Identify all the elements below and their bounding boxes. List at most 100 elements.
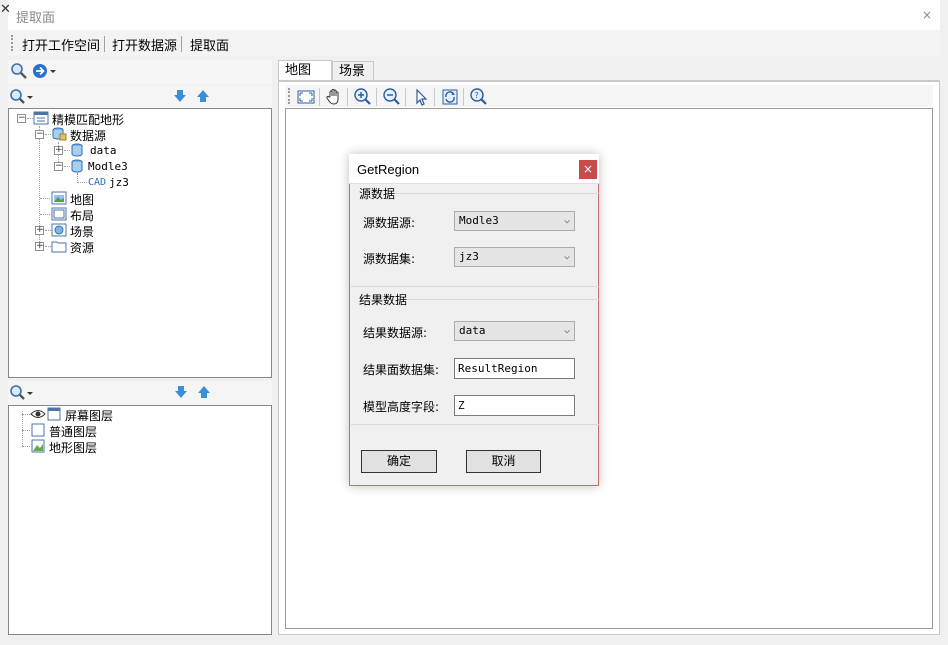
visibility-eye-icon[interactable] xyxy=(30,407,46,424)
menu-extract-region[interactable]: 提取面 xyxy=(190,35,229,54)
svg-text:?: ? xyxy=(475,91,479,100)
tree-scenes-label[interactable]: 场景 xyxy=(70,223,94,240)
tree-layouts-label[interactable]: 布局 xyxy=(70,207,94,224)
tree-maps-label[interactable]: 地图 xyxy=(70,191,94,208)
layer-search-icon[interactable] xyxy=(9,384,35,405)
result-group-label: 结果数据 xyxy=(359,293,408,307)
full-extent-icon[interactable] xyxy=(296,87,316,107)
tree-guide xyxy=(22,411,23,446)
dataset-jz3[interactable]: jz3 xyxy=(109,176,129,189)
move-down-icon[interactable] xyxy=(172,89,188,106)
result-datasource-value: data xyxy=(459,324,486,337)
collapse-toggle[interactable]: − xyxy=(35,130,44,139)
cancel-button[interactable]: 取消 xyxy=(466,450,541,473)
toolbar-separator xyxy=(463,88,464,106)
tree-guide xyxy=(40,198,50,199)
database-icon xyxy=(70,159,84,176)
pan-icon[interactable] xyxy=(324,87,344,107)
height-field-input[interactable]: Z xyxy=(454,395,575,416)
group-divider xyxy=(407,299,599,300)
source-dataset-value: jz3 xyxy=(459,250,479,263)
ok-button[interactable]: 确定 xyxy=(361,450,437,473)
toolbar-separator xyxy=(319,88,320,106)
toolbar-separator xyxy=(405,88,406,106)
expand-toggle[interactable]: + xyxy=(35,226,44,235)
source-datasource-value: Modle3 xyxy=(459,214,499,227)
height-field-label: 模型高度字段: xyxy=(363,400,440,414)
resources-folder-icon xyxy=(51,239,67,256)
tree-search-icon[interactable] xyxy=(9,88,35,109)
datasource-modle3[interactable]: Modle3 xyxy=(88,160,128,173)
window-close-button[interactable]: × xyxy=(918,6,936,24)
datasource-data[interactable]: data xyxy=(90,144,117,157)
tab-scene[interactable]: 场景 xyxy=(332,61,374,80)
source-dataset-label: 源数据集: xyxy=(363,252,416,266)
terrain-layer-icon xyxy=(31,439,45,456)
menu-open-workspace[interactable]: 打开工作空间 xyxy=(22,35,100,54)
tab-map[interactable]: 地图 xyxy=(278,60,332,80)
refresh-icon[interactable] xyxy=(440,87,460,107)
tree-guide xyxy=(40,214,50,215)
layer-normal[interactable]: 普通图层 xyxy=(49,423,97,440)
tree-root-label[interactable]: 精模匹配地形 xyxy=(52,111,124,128)
zoom-out-icon[interactable] xyxy=(382,87,402,107)
tree-guide xyxy=(22,446,30,447)
result-datasource-label: 结果数据源: xyxy=(363,326,428,340)
title-bar xyxy=(8,0,940,30)
background-close-icon[interactable]: ✕ xyxy=(0,2,11,17)
group-divider xyxy=(395,193,599,194)
tree-guide xyxy=(22,430,30,431)
window-title: 提取面 xyxy=(16,11,56,26)
source-group-label: 源数据 xyxy=(359,187,396,201)
tree-resources-label[interactable]: 资源 xyxy=(70,239,94,256)
tree-toolbar xyxy=(8,86,272,108)
source-dataset-combo[interactable]: jz3 ⌵ xyxy=(454,247,575,267)
screen-layer-icon xyxy=(47,407,61,424)
map-toolbar-grip[interactable] xyxy=(288,88,290,104)
toolbar-grip[interactable] xyxy=(11,35,13,51)
dialog-title: GetRegion xyxy=(357,162,420,177)
layer-tree xyxy=(8,405,272,635)
collapse-toggle[interactable]: − xyxy=(54,162,63,171)
dialog-close-button[interactable]: × xyxy=(579,160,597,179)
tree-datasources-label[interactable]: 数据源 xyxy=(70,127,106,144)
menu-separator xyxy=(181,36,182,52)
expand-toggle[interactable]: + xyxy=(54,146,63,155)
layer-move-down-icon[interactable] xyxy=(173,385,189,402)
layout-icon xyxy=(51,207,67,224)
layer-screen[interactable]: 屏幕图层 xyxy=(65,407,113,424)
chevron-down-icon: ⌵ xyxy=(563,215,570,226)
source-datasource-label: 源数据源: xyxy=(363,216,416,230)
navigate-forward-icon[interactable] xyxy=(32,62,58,83)
workspace-icon xyxy=(33,111,49,128)
getregion-dialog xyxy=(349,154,599,486)
layer-terrain[interactable]: 地形图层 xyxy=(49,439,97,456)
group-divider xyxy=(351,286,599,287)
menu-separator xyxy=(104,36,105,52)
search-icon[interactable] xyxy=(10,62,28,83)
select-icon[interactable] xyxy=(411,87,431,107)
cad-dataset-icon: CAD xyxy=(88,177,107,188)
tree-guide xyxy=(22,414,30,415)
source-datasource-combo[interactable]: Modle3 ⌵ xyxy=(454,211,575,231)
move-up-icon[interactable] xyxy=(195,89,211,106)
result-dataset-label: 结果面数据集: xyxy=(363,363,440,377)
chevron-down-icon: ⌵ xyxy=(563,325,570,336)
datasource-folder-icon xyxy=(51,127,67,144)
result-datasource-combo[interactable]: data ⌵ xyxy=(454,321,575,341)
normal-layer-icon xyxy=(31,423,45,440)
layer-move-up-icon[interactable] xyxy=(196,385,212,402)
zoom-in-icon[interactable] xyxy=(353,87,373,107)
query-icon[interactable]: ? xyxy=(469,87,489,107)
toolbar-separator xyxy=(434,88,435,106)
collapse-toggle[interactable]: − xyxy=(17,114,26,123)
tree-guide xyxy=(77,182,87,183)
toolbar-separator xyxy=(376,88,377,106)
chevron-down-icon: ⌵ xyxy=(563,251,570,262)
toolbar-separator xyxy=(347,88,348,106)
expand-toggle[interactable]: + xyxy=(35,242,44,251)
layers-toolbar xyxy=(8,381,272,405)
group-divider xyxy=(351,424,599,425)
result-dataset-input[interactable]: ResultRegion xyxy=(454,358,575,379)
menu-open-datasource[interactable]: 打开数据源 xyxy=(112,35,177,54)
